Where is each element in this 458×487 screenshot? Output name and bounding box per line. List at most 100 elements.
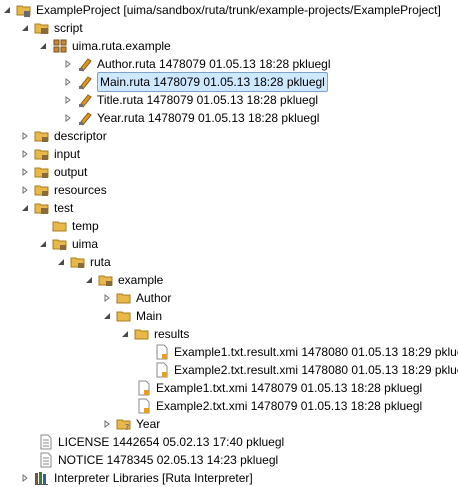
collapse-arrow-icon[interactable] bbox=[38, 37, 48, 55]
folder-label: output bbox=[54, 165, 88, 179]
collapse-arrow-icon[interactable] bbox=[120, 325, 130, 343]
tree-node-xmi-file[interactable]: Example1.txt.result.xmi 1478080 01.05.13… bbox=[140, 343, 458, 361]
expand-arrow-icon[interactable] bbox=[63, 91, 73, 109]
collapse-arrow-icon[interactable] bbox=[20, 199, 30, 217]
folder-label: temp bbox=[72, 219, 99, 233]
project-folder-icon bbox=[16, 5, 31, 17]
file-label: Author.ruta 1478079 01.05.13 18:28 pklue… bbox=[97, 57, 331, 71]
folder-icon bbox=[134, 329, 149, 340]
collapse-arrow-icon[interactable] bbox=[2, 1, 12, 19]
text-file-icon bbox=[40, 452, 52, 468]
file-label: NOTICE 1478345 02.05.13 14:23 pkluegl bbox=[58, 453, 279, 467]
expand-arrow-icon[interactable] bbox=[102, 415, 112, 433]
expand-arrow-icon[interactable] bbox=[20, 469, 30, 487]
file-label: Example1.txt.xmi 1478079 01.05.13 18:28 … bbox=[156, 381, 423, 395]
tree-node-project[interactable]: ExampleProject [uima/sandbox/ruta/trunk/… bbox=[2, 1, 441, 19]
collapse-arrow-icon[interactable] bbox=[84, 271, 94, 289]
file-label: Year.ruta 1478079 01.05.13 18:28 pkluegl bbox=[97, 111, 320, 125]
tree-node-notice[interactable]: NOTICE 1478345 02.05.13 14:23 pkluegl bbox=[24, 451, 278, 469]
folder-icon bbox=[34, 185, 49, 196]
collapse-arrow-icon[interactable] bbox=[102, 307, 112, 325]
svg-text:?: ? bbox=[125, 423, 129, 432]
collapse-arrow-icon[interactable] bbox=[38, 235, 48, 253]
tree-node-ruta[interactable]: ruta bbox=[56, 253, 111, 271]
expand-arrow-icon[interactable] bbox=[20, 127, 30, 145]
tree-node-ruta-file[interactable]: Author.ruta 1478079 01.05.13 18:28 pklue… bbox=[63, 55, 331, 73]
folder-icon bbox=[34, 131, 49, 142]
expand-arrow-icon[interactable] bbox=[63, 73, 73, 91]
folder-label: test bbox=[54, 201, 74, 215]
folder-label: Main bbox=[136, 309, 163, 323]
expand-arrow-icon[interactable] bbox=[20, 145, 30, 163]
tree-node-folder[interactable]: resources bbox=[20, 181, 107, 199]
source-folder-icon bbox=[34, 23, 49, 34]
project-explorer-tree: ExampleProject [uima/sandbox/ruta/trunk/… bbox=[0, 0, 458, 487]
expand-arrow-icon[interactable] bbox=[63, 109, 73, 127]
folder-label: ruta bbox=[90, 255, 111, 269]
folder-label: descriptor bbox=[54, 129, 107, 143]
tree-node-ruta-file[interactable]: Main.ruta 1478079 01.05.13 18:28 pkluegl bbox=[63, 72, 328, 92]
folder-icon bbox=[52, 221, 67, 232]
folder-icon bbox=[116, 311, 131, 322]
tree-node-temp[interactable]: temp bbox=[38, 217, 99, 235]
tree-node-libraries[interactable]: Interpreter Libraries [Ruta Interpreter] bbox=[20, 469, 253, 487]
file-label: Example2.txt.xmi 1478079 01.05.13 18:28 … bbox=[156, 399, 423, 413]
ruta-file-icon bbox=[79, 94, 92, 108]
tree-node-xmi-file[interactable]: Example2.txt.result.xmi 1478080 01.05.13… bbox=[140, 361, 458, 379]
xmi-file-icon bbox=[138, 380, 150, 396]
folder-icon: ? bbox=[116, 419, 131, 432]
folder-icon bbox=[116, 293, 131, 304]
folder-icon bbox=[70, 257, 85, 268]
expand-arrow-icon[interactable] bbox=[20, 163, 30, 181]
folder-icon bbox=[52, 239, 67, 250]
expand-arrow-icon[interactable] bbox=[63, 55, 73, 73]
xmi-file-icon bbox=[156, 344, 168, 360]
tree-node-package[interactable]: uima.ruta.example bbox=[38, 37, 171, 55]
file-label-selected: Main.ruta 1478079 01.05.13 18:28 pkluegl bbox=[97, 72, 328, 92]
folder-label: example bbox=[118, 273, 164, 287]
source-folder-icon bbox=[34, 203, 49, 214]
collapse-arrow-icon[interactable] bbox=[56, 253, 66, 271]
folder-label: input bbox=[54, 147, 81, 161]
ruta-file-icon bbox=[79, 76, 92, 90]
tree-node-year[interactable]: ? Year bbox=[102, 415, 160, 433]
file-label: Example2.txt.result.xmi 1478080 01.05.13… bbox=[174, 363, 458, 377]
xmi-file-icon bbox=[138, 398, 150, 414]
file-label: Title.ruta 1478079 01.05.13 18:28 pklueg… bbox=[97, 93, 319, 107]
folder-label: Author bbox=[136, 291, 172, 305]
collapse-arrow-icon[interactable] bbox=[20, 19, 30, 37]
library-label: Interpreter Libraries [Ruta Interpreter] bbox=[54, 471, 253, 485]
tree-node-ruta-file[interactable]: Title.ruta 1478079 01.05.13 18:28 pklueg… bbox=[63, 91, 318, 109]
folder-label: script bbox=[54, 21, 83, 35]
folder-label: results bbox=[154, 327, 190, 341]
folder-label: Year bbox=[136, 417, 161, 431]
ruta-file-icon bbox=[79, 58, 92, 72]
tree-node-ruta-file[interactable]: Year.ruta 1478079 01.05.13 18:28 pkluegl bbox=[63, 109, 319, 127]
library-icon bbox=[35, 472, 48, 485]
tree-node-folder[interactable]: output bbox=[20, 163, 87, 181]
tree-node-test[interactable]: test bbox=[20, 199, 73, 217]
xmi-file-icon bbox=[156, 362, 168, 378]
tree-node-author[interactable]: Author bbox=[102, 289, 171, 307]
expand-arrow-icon[interactable] bbox=[102, 289, 112, 307]
tree-node-xmi-file[interactable]: Example2.txt.xmi 1478079 01.05.13 18:28 … bbox=[122, 397, 422, 415]
file-label: LICENSE 1442654 05.02.13 17:40 pkluegl bbox=[58, 435, 285, 449]
tree-node-script[interactable]: script bbox=[20, 19, 83, 37]
file-label: Example1.txt.result.xmi 1478080 01.05.13… bbox=[174, 345, 458, 359]
tree-node-uima[interactable]: uima bbox=[38, 235, 98, 253]
folder-icon bbox=[98, 275, 113, 286]
tree-node-xmi-file[interactable]: Example1.txt.xmi 1478079 01.05.13 18:28 … bbox=[122, 379, 422, 397]
folder-label: resources bbox=[54, 183, 107, 197]
ruta-file-icon bbox=[79, 112, 92, 126]
project-label: ExampleProject [uima/sandbox/ruta/trunk/… bbox=[36, 3, 441, 17]
folder-icon bbox=[34, 149, 49, 160]
expand-arrow-icon[interactable] bbox=[20, 181, 30, 199]
tree-node-main[interactable]: Main bbox=[102, 307, 162, 325]
tree-node-results[interactable]: results bbox=[120, 325, 189, 343]
package-icon bbox=[53, 39, 67, 53]
folder-icon bbox=[34, 167, 49, 178]
tree-node-example[interactable]: example bbox=[84, 271, 163, 289]
tree-node-folder[interactable]: descriptor bbox=[20, 127, 107, 145]
tree-node-folder[interactable]: input bbox=[20, 145, 80, 163]
tree-node-license[interactable]: LICENSE 1442654 05.02.13 17:40 pkluegl bbox=[24, 433, 284, 451]
